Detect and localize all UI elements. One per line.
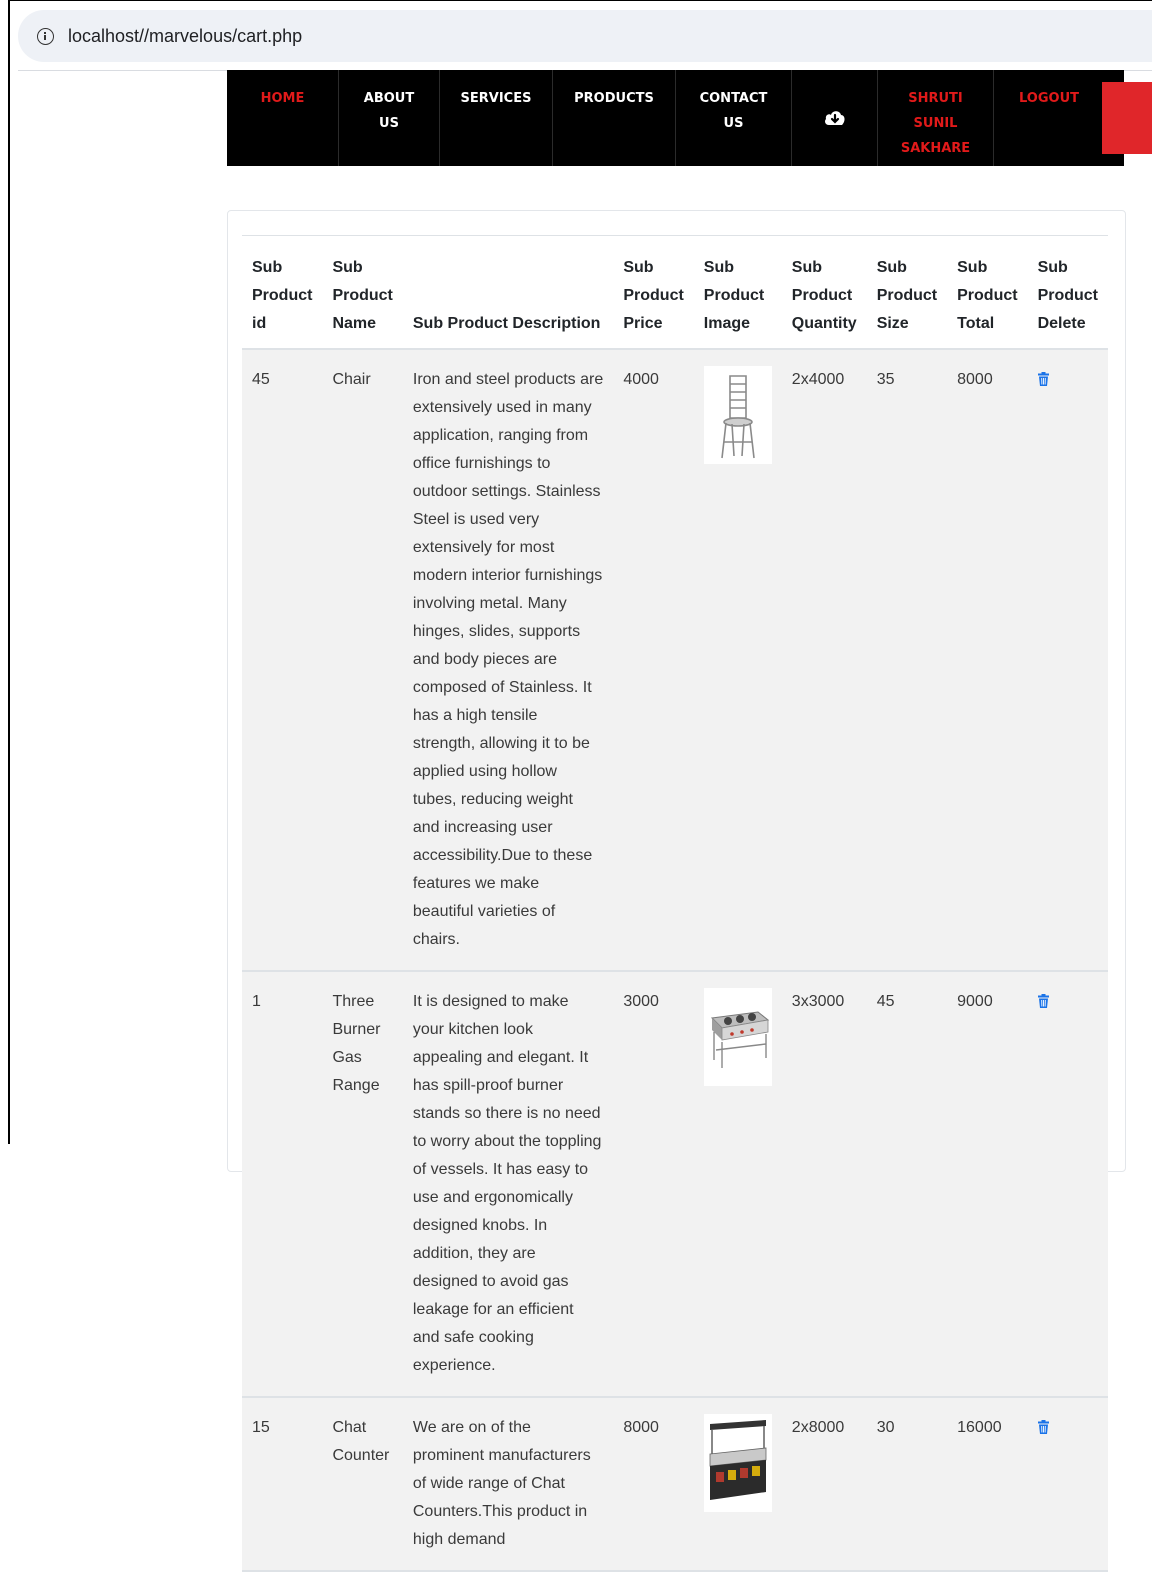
nav-products[interactable]: PRODUCTS [553, 70, 676, 166]
nav-user-name[interactable]: SHRUTI SUNIL SAKHARE [878, 70, 994, 166]
cell-total: 8000 [957, 371, 993, 388]
cell-image [694, 1397, 782, 1571]
window-frame-top [8, 0, 1152, 1]
cart-table: Sub Product id Sub Product Name Sub Prod… [242, 235, 1108, 1572]
table-row: 1 Three Burner Gas Range It is designed … [242, 971, 1108, 1397]
nav-logout[interactable]: LOGOUT [994, 70, 1104, 166]
cell-image [694, 971, 782, 1397]
window-frame-left [8, 0, 10, 1144]
header-size: Sub Product Size [876, 259, 938, 332]
cell-name: Chat Counter [332, 1419, 390, 1464]
header-description: Sub Product Description [412, 315, 601, 332]
table-row: 45 Chair Iron and steel products are ext… [242, 349, 1108, 971]
cloud-download-icon [824, 111, 845, 125]
feedback-tab[interactable]: FE [1102, 82, 1152, 154]
trash-icon[interactable] [1037, 372, 1049, 386]
chair-image [703, 366, 772, 464]
nav-services[interactable]: SERVICES [440, 70, 553, 166]
cell-delete [1028, 971, 1108, 1397]
cell-size: 45 [876, 993, 895, 1010]
cell-quantity: 2x8000 [791, 1419, 845, 1436]
cell-id: 1 [252, 993, 261, 1010]
address-bar[interactable]: localhost//marvelous/cart.php [18, 10, 1152, 62]
header-image: Sub Product Image [703, 259, 765, 332]
header-name: Sub Product Name [332, 259, 393, 332]
header-id: Sub Product id [252, 259, 313, 332]
header-delete: Sub Product Delete [1037, 259, 1099, 332]
nav-home[interactable]: HOME [227, 70, 339, 166]
trash-icon[interactable] [1037, 994, 1049, 1008]
nav-contact-us[interactable]: CONTACT US [676, 70, 792, 166]
gas-range-image [703, 988, 772, 1086]
cell-id: 45 [252, 371, 270, 388]
cell-image [694, 349, 782, 971]
cell-total: 9000 [957, 993, 993, 1010]
cell-id: 15 [252, 1419, 270, 1436]
cell-size: 30 [876, 1419, 895, 1436]
nav-download[interactable] [792, 70, 878, 166]
header-total: Sub Product Total [957, 259, 1018, 332]
cell-delete [1028, 349, 1108, 971]
header-price: Sub Product Price [623, 259, 684, 332]
cell-quantity: 2x4000 [791, 371, 845, 388]
nav-about-us[interactable]: ABOUT US [339, 70, 440, 166]
cell-name: Three Burner Gas Range [332, 993, 381, 1094]
cell-price: 3000 [623, 993, 659, 1010]
table-header-row: Sub Product id Sub Product Name Sub Prod… [242, 235, 1108, 349]
cell-description: It is designed to make your kitchen look… [412, 993, 602, 1374]
main-navbar: HOME ABOUT US SERVICES PRODUCTS CONTACT … [227, 70, 1124, 166]
header-quantity: Sub Product Quantity [791, 259, 857, 332]
cell-size: 35 [876, 371, 895, 388]
cart-card: Sub Product id Sub Product Name Sub Prod… [227, 210, 1126, 1571]
info-icon[interactable] [37, 27, 54, 45]
cell-description: We are on of the prominent manufacturers… [412, 1419, 591, 1548]
table-row: 15 Chat Counter We are on of the promine… [242, 1397, 1108, 1571]
cell-price: 4000 [623, 371, 659, 388]
trash-icon[interactable] [1037, 1420, 1049, 1434]
cell-name: Chair [332, 371, 371, 388]
cell-quantity: 3x3000 [791, 993, 845, 1010]
cell-total: 16000 [957, 1419, 1002, 1436]
chat-counter-image [703, 1414, 772, 1512]
cell-price: 8000 [623, 1419, 659, 1436]
cell-description: Iron and steel products are extensively … [412, 371, 604, 948]
url-text[interactable]: localhost//marvelous/cart.php [68, 26, 302, 47]
cell-delete [1028, 1397, 1108, 1571]
